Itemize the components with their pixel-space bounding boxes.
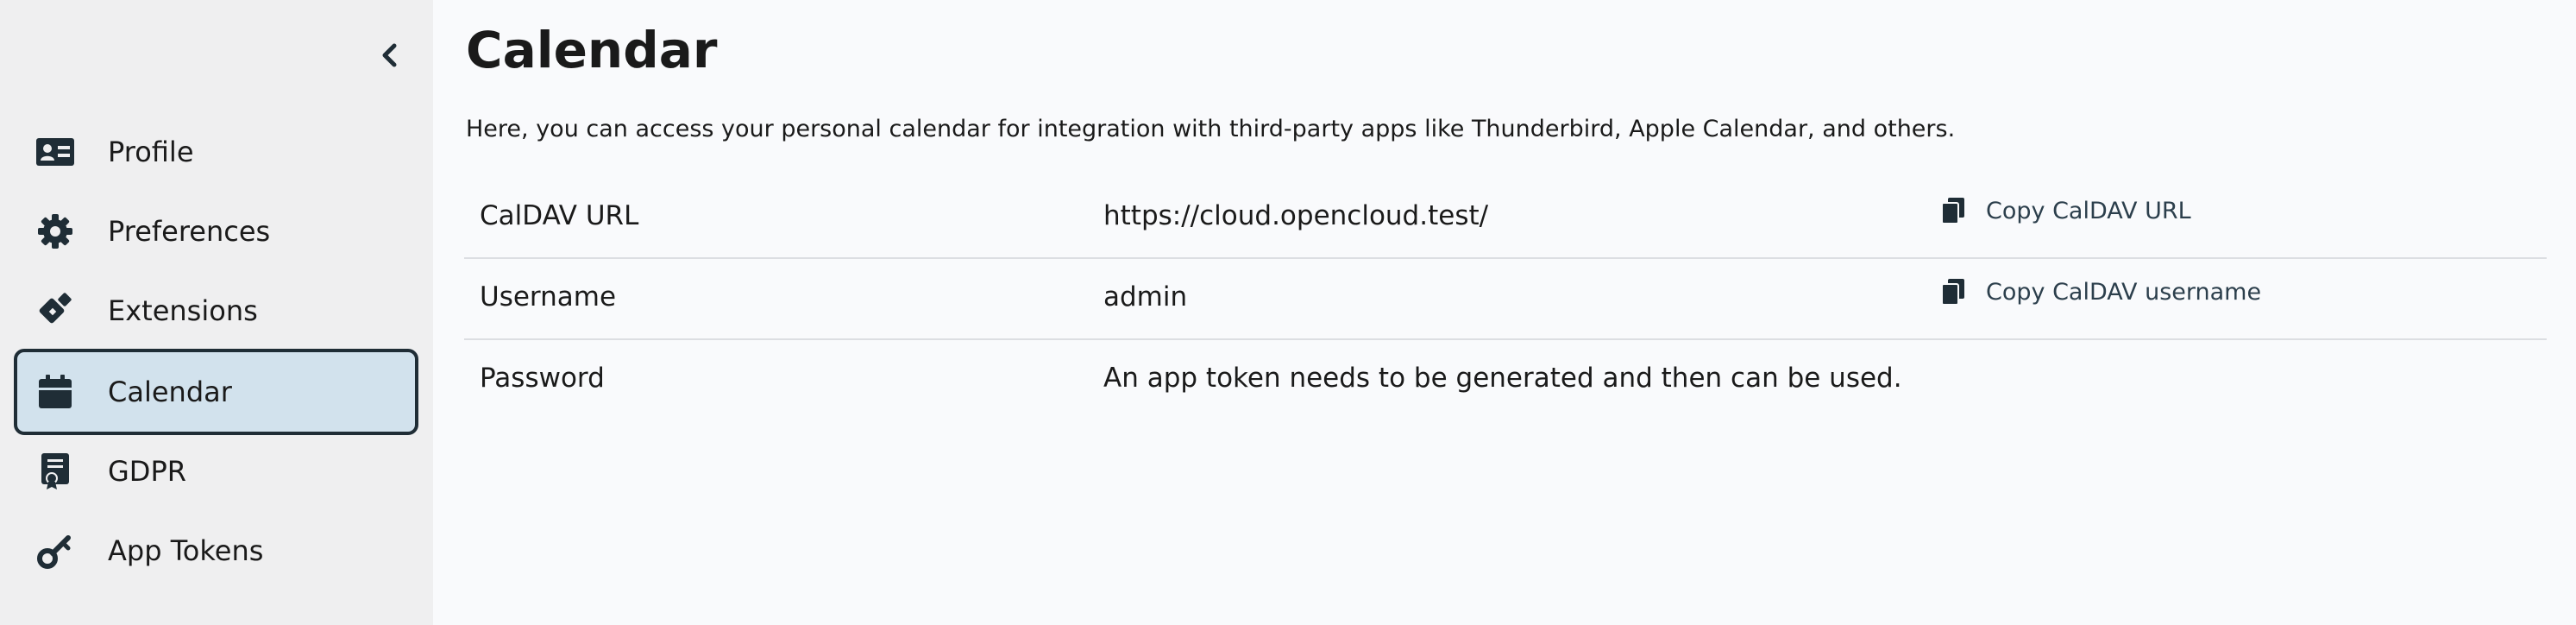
chevron-left-icon (380, 43, 400, 71)
sidebar-item-app-tokens[interactable]: App Tokens (16, 511, 416, 590)
page-title: Calendar (466, 21, 718, 79)
sidebar-item-label: Extensions (108, 294, 258, 327)
sidebar-item-label: GDPR (108, 455, 186, 488)
gear-icon (36, 212, 74, 250)
sidebar: Profile Preferences Extensions Calendar … (0, 0, 433, 625)
copy-caldav-url-button[interactable]: Copy CalDAV URL (1938, 195, 2191, 226)
row-label: Username (480, 281, 617, 312)
main-content: Calendar Here, you can access your perso… (433, 0, 2576, 625)
sidebar-item-preferences[interactable]: Preferences (16, 192, 416, 271)
copy-icon (1938, 276, 1969, 307)
sidebar-item-label: App Tokens (108, 534, 264, 567)
sidebar-item-profile[interactable]: Profile (16, 112, 416, 192)
table-row-caldav-url: CalDAV URL https://cloud.opencloud.test/… (464, 178, 2547, 259)
calendar-icon (36, 373, 74, 411)
sidebar-item-calendar[interactable]: Calendar (14, 349, 418, 435)
sidebar-item-gdpr[interactable]: GDPR (16, 432, 416, 511)
document-seal-icon (36, 452, 74, 490)
table-row-password: Password An app token needs to be genera… (464, 340, 2547, 420)
app-root: Profile Preferences Extensions Calendar … (0, 0, 2576, 625)
copy-caldav-username-button[interactable]: Copy CalDAV username (1938, 276, 2261, 307)
row-value: https://cloud.opencloud.test/ (1103, 200, 1489, 231)
row-label: CalDAV URL (480, 200, 639, 231)
id-card-icon (36, 133, 74, 171)
row-value: admin (1103, 281, 1188, 312)
sidebar-item-label: Profile (108, 136, 194, 168)
key-icon (36, 532, 74, 570)
caldav-info-table: CalDAV URL https://cloud.opencloud.test/… (464, 178, 2547, 420)
sidebar-item-extensions[interactable]: Extensions (16, 271, 416, 350)
row-label: Password (480, 363, 605, 394)
sidebar-item-label: Preferences (108, 215, 271, 248)
puzzle-brush-icon (36, 292, 74, 330)
sidebar-item-label: Calendar (108, 376, 232, 408)
collapse-sidebar-button[interactable] (369, 38, 411, 76)
row-value: An app token needs to be generated and t… (1103, 363, 1902, 394)
copy-button-label: Copy CalDAV username (1986, 278, 2262, 306)
copy-button-label: Copy CalDAV URL (1986, 197, 2191, 224)
copy-icon (1938, 195, 1969, 226)
table-row-username: Username admin Copy CalDAV username (464, 259, 2547, 340)
page-description: Here, you can access your personal calen… (466, 116, 1956, 142)
